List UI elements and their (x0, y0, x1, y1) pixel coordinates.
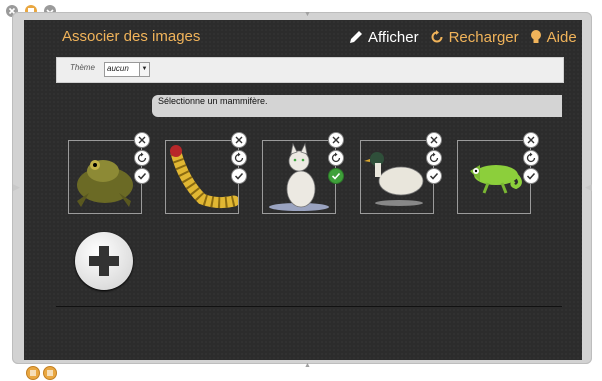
image-card-4[interactable] (360, 140, 434, 214)
cat-image (269, 142, 329, 211)
instruction-text: Sélectionne un mammifère. (158, 96, 268, 106)
theme-select[interactable]: aucun ▼ (104, 62, 150, 77)
instruction-banner: Sélectionne un mammifère. (152, 95, 562, 117)
left-side-arrow[interactable]: ▶ (13, 182, 20, 193)
list-icon[interactable] (43, 366, 57, 380)
theme-label: Thème (70, 63, 95, 72)
lightbulb-icon (530, 30, 541, 43)
divider (56, 306, 562, 307)
duck-image (364, 152, 424, 206)
frog-image (77, 160, 133, 207)
caterpillar-image (170, 145, 240, 209)
chameleon-image (470, 165, 522, 194)
validate-icon[interactable] (426, 168, 442, 184)
image-card-5[interactable] (457, 140, 531, 214)
image-card-1[interactable] (68, 140, 142, 214)
add-image-button[interactable] (75, 232, 133, 290)
show-button-label: Afficher (368, 28, 419, 46)
refresh-icon[interactable] (426, 150, 442, 166)
pencil-icon (350, 31, 362, 43)
reload-button-label: Recharger (448, 28, 519, 46)
remove-icon[interactable] (328, 132, 344, 148)
help-button-label: Aide (546, 28, 577, 46)
help-button[interactable]: Aide (529, 29, 577, 46)
remove-icon[interactable] (523, 132, 539, 148)
refresh-icon[interactable] (134, 150, 150, 166)
remove-icon[interactable] (134, 132, 150, 148)
top-resize-handle[interactable]: ▼ (304, 11, 311, 18)
show-button[interactable]: Afficher (348, 29, 419, 46)
right-side-arrow[interactable]: ◀ (585, 182, 592, 193)
dropdown-arrow-icon: ▼ (139, 63, 149, 76)
validate-icon[interactable] (231, 168, 247, 184)
app-title: Associer des images (62, 28, 201, 45)
image-card-3[interactable] (262, 140, 336, 214)
image-card-2[interactable] (165, 140, 240, 214)
validate-icon[interactable] (328, 168, 344, 184)
reload-button[interactable]: Recharger (429, 29, 519, 46)
refresh-icon[interactable] (328, 150, 344, 166)
menu-icon[interactable] (26, 366, 40, 380)
refresh-icon[interactable] (231, 150, 247, 166)
remove-icon[interactable] (231, 132, 247, 148)
remove-icon[interactable] (426, 132, 442, 148)
plus-icon (89, 246, 119, 276)
refresh-icon[interactable] (523, 150, 539, 166)
toolbar: Afficher Recharger Aide (338, 27, 577, 47)
validate-icon[interactable] (523, 168, 539, 184)
bottom-resize-handle[interactable]: ▲ (304, 362, 311, 369)
theme-select-value: aucun (107, 64, 129, 73)
theme-bar: Thème aucun ▼ (56, 57, 564, 83)
validate-icon[interactable] (134, 168, 150, 184)
reload-icon (431, 30, 443, 43)
